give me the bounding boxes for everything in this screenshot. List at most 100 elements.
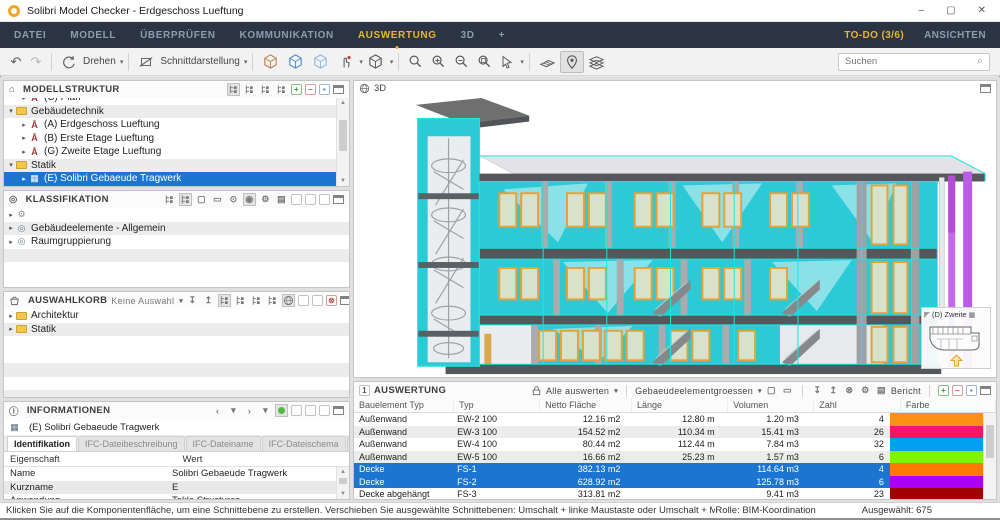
property-row[interactable]: Kurzname E: [4, 480, 336, 494]
basket-1-icon[interactable]: [291, 194, 302, 205]
table-row[interactable]: Außenwand EW-4 100 80.44 m2 112.44 m 7.84 m3…: [354, 438, 983, 451]
globe-icon[interactable]: [282, 294, 296, 307]
todo-badge[interactable]: TO-DO (3/6): [844, 30, 904, 41]
target-icon[interactable]: ⊙: [227, 193, 240, 206]
expand-icon[interactable]: ▸: [19, 148, 29, 156]
basket-1-icon[interactable]: [291, 405, 302, 416]
prev-dropdown-icon[interactable]: ▾: [227, 404, 240, 417]
scroll-down-icon[interactable]: ▼: [340, 489, 346, 499]
tab-hyperlinks[interactable]: Hyperlinks: [346, 436, 349, 451]
menu-item-3d[interactable]: 3D: [461, 30, 475, 41]
sync-icon[interactable]: ▪: [966, 385, 977, 396]
import-icon[interactable]: ↧: [811, 384, 824, 397]
table-row[interactable]: Außenwand EW-3 100 154.52 m2 110.34 m 15.41 …: [354, 425, 983, 438]
tab-ifc-dateibeschreibung[interactable]: IFC-Dateibeschreibung: [78, 436, 185, 451]
expand-icon[interactable]: ▸: [19, 134, 29, 142]
expand-icon[interactable]: ▸: [6, 211, 16, 219]
float-panel-icon[interactable]: [340, 296, 349, 305]
eye-icon[interactable]: ◉: [243, 193, 256, 206]
column-header-l-nge[interactable]: Länge: [632, 399, 729, 412]
tree-view-icon[interactable]: [218, 294, 232, 307]
walk-pin-icon[interactable]: [559, 50, 584, 73]
tree-item[interactable]: ▸ Architektur: [4, 309, 349, 323]
menu-item-datei[interactable]: DATEI: [14, 30, 46, 41]
tree-item[interactable]: ▸ ◎ Raumgruppierung: [4, 235, 349, 249]
hide-selected-cube-icon[interactable]: [308, 51, 333, 73]
column-header-typ[interactable]: Typ: [454, 399, 541, 412]
rotate-icon[interactable]: [57, 51, 81, 73]
search-input[interactable]: [845, 56, 977, 67]
rotate-dropdown-icon[interactable]: ▾: [120, 58, 124, 66]
view-cube-icon[interactable]: [363, 51, 388, 73]
flat-view-icon[interactable]: [179, 193, 192, 206]
minimap-floorplan[interactable]: [927, 321, 985, 353]
column-header-netto-fl-che[interactable]: Netto Fläche: [540, 399, 632, 412]
property-row[interactable]: AnwendungTekla Structures: [4, 494, 336, 499]
viewer-3d-panel[interactable]: 3D (D) Zweite ▦: [353, 80, 997, 378]
undo-icon[interactable]: ↶: [6, 51, 26, 73]
expand-icon[interactable]: ▸: [6, 224, 16, 232]
flat-view-icon[interactable]: [234, 294, 247, 307]
basket-remove-icon[interactable]: [312, 295, 324, 306]
scroll-up-icon[interactable]: ▲: [340, 98, 346, 108]
rotate-label[interactable]: Drehen: [83, 56, 116, 67]
search-box[interactable]: ⌕: [838, 52, 990, 71]
basket-clear-icon[interactable]: ⊗: [326, 295, 338, 306]
scroll-up-icon[interactable]: ▲: [340, 467, 346, 477]
menu-item-modell[interactable]: MODELL: [70, 30, 116, 41]
new-doc-icon[interactable]: ▢: [765, 384, 778, 397]
open-folder-icon[interactable]: ▭: [781, 384, 794, 397]
tree-view-icon[interactable]: [163, 193, 176, 206]
minimap-expand-icon[interactable]: [924, 311, 930, 318]
report-doc-icon[interactable]: ▤: [275, 193, 288, 206]
next-dropdown-icon[interactable]: ▾: [259, 404, 272, 417]
tree-item[interactable]: ▸ Å (G) Zweite Etage Lueftung: [4, 145, 336, 159]
basket-add-icon[interactable]: [298, 295, 310, 306]
selection-dropdown[interactable]: Keine Auswahl: [111, 296, 174, 306]
report-doc-icon[interactable]: ▤: [875, 384, 888, 397]
basket-2-icon[interactable]: [305, 405, 316, 416]
auto-update-icon[interactable]: [275, 404, 288, 417]
column-header-zahl[interactable]: Zahl: [814, 399, 901, 412]
zoom-out-icon[interactable]: [450, 51, 473, 73]
expand-icon[interactable]: ▸: [6, 312, 16, 320]
show-all-cube-icon[interactable]: [258, 51, 283, 73]
new-classification-icon[interactable]: ▢: [195, 193, 208, 206]
alle-auswerten-dropdown-icon[interactable]: ▾: [614, 387, 618, 395]
tree-item[interactable]: ▸ Statik: [4, 322, 349, 336]
next-icon[interactable]: ›: [243, 404, 256, 417]
tree-item[interactable]: ▾ Gebäudetechnik: [4, 104, 336, 118]
tree-item[interactable]: ▸ Å (B) Erste Etage Lueftung: [4, 132, 336, 146]
float-panel-icon[interactable]: [333, 195, 344, 204]
expand-icon[interactable]: ▸: [19, 121, 29, 129]
basket-2-icon[interactable]: [305, 194, 316, 205]
tree-item[interactable]: ▸ ▦ (E) Solibri Gebaeude Tragwerk: [4, 172, 336, 186]
tree-item[interactable]: ▸ ◎ Gebäudeelemente - Allgemein: [4, 221, 349, 235]
grouping-icon[interactable]: [250, 294, 263, 307]
footprint-icon[interactable]: [535, 51, 560, 73]
menu-item-+[interactable]: +: [499, 30, 505, 41]
tab-identifikation[interactable]: Identifikation: [7, 436, 77, 451]
float-panel-icon[interactable]: [333, 85, 344, 94]
floor-minimap[interactable]: (D) Zweite ▦: [921, 307, 991, 369]
locate-icon[interactable]: [275, 83, 288, 96]
collapse-all-icon[interactable]: −: [305, 84, 316, 95]
minimize-icon[interactable]: –: [919, 5, 925, 16]
expand-all-icon[interactable]: +: [938, 385, 949, 396]
classification-dropdown[interactable]: Gebaeudeelementgroessen: [635, 386, 753, 396]
view-cube-dropdown-icon[interactable]: ▾: [390, 58, 394, 66]
basket-3-icon[interactable]: [319, 194, 330, 205]
export-icon[interactable]: ↥: [202, 294, 215, 307]
tab-ifc-dateiname[interactable]: IFC-Dateiname: [185, 436, 261, 451]
scroll-down-icon[interactable]: ▼: [340, 176, 346, 186]
zoom-in-icon[interactable]: [427, 51, 450, 73]
modellstruktur-scrollbar[interactable]: ▲ ▼: [336, 98, 349, 186]
column-header-farbe[interactable]: Farbe: [901, 399, 996, 412]
sync-icon[interactable]: ▪: [319, 84, 330, 95]
prev-icon[interactable]: ‹: [211, 404, 224, 417]
column-header-volumen[interactable]: Volumen: [728, 399, 815, 412]
col-eigenschaft[interactable]: Eigenschaft: [4, 454, 177, 465]
tree-item[interactable]: ▸ ⚙: [4, 208, 349, 222]
collapse-all-icon[interactable]: −: [952, 385, 963, 396]
redo-icon[interactable]: ↷: [26, 51, 46, 73]
